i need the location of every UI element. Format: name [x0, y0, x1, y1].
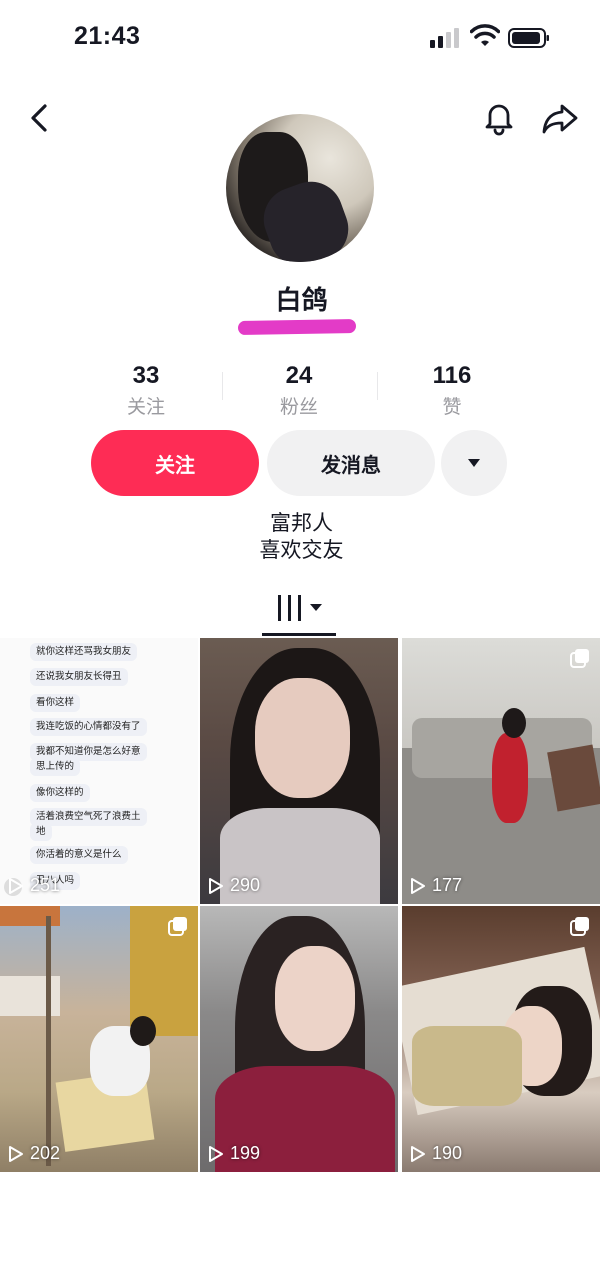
view-count: 190 — [410, 1143, 462, 1164]
multi-image-icon — [570, 917, 589, 936]
play-icon — [411, 1145, 425, 1162]
status-bar: 21:43 — [0, 0, 603, 80]
stat-label: 粉丝 — [279, 396, 318, 418]
stat-value: 116 — [432, 362, 472, 389]
stat-followers[interactable]: 24 粉丝 — [239, 362, 359, 419]
multi-image-icon — [168, 917, 187, 936]
video-tile[interactable]: 202 — [0, 906, 198, 1172]
chat-bubble: 看你这样 — [30, 694, 81, 712]
tab-underline — [262, 633, 336, 636]
view-count-value: 199 — [230, 1143, 261, 1163]
view-count: 199 — [208, 1143, 260, 1164]
more-dropdown-button[interactable] — [441, 430, 507, 496]
play-icon — [209, 877, 223, 894]
signal-icon — [430, 28, 459, 48]
follow-button[interactable]: 关注 — [91, 430, 259, 496]
back-icon[interactable] — [22, 100, 58, 136]
view-count: 290 — [208, 875, 260, 896]
status-time: 21:43 — [74, 22, 141, 50]
view-count-value: 251 — [30, 875, 61, 895]
chat-bubble: 地 — [30, 823, 52, 841]
battery-icon — [508, 28, 549, 48]
stat-label: 关注 — [126, 396, 165, 418]
stat-following[interactable]: 33 关注 — [86, 362, 206, 419]
video-tile[interactable]: 290 — [200, 638, 398, 904]
play-icon — [411, 877, 425, 894]
play-icon — [9, 877, 23, 894]
video-tile[interactable]: 190 — [402, 906, 600, 1172]
view-count: 202 — [8, 1143, 60, 1164]
stat-value: 24 — [285, 362, 313, 389]
video-tile[interactable]: 177 — [402, 638, 600, 904]
bio-line: 喜欢交友 — [259, 538, 344, 562]
divider — [377, 372, 378, 400]
view-count: 251 — [8, 875, 60, 896]
multi-image-icon — [570, 649, 589, 668]
chat-bubble: 像你这样的 — [30, 784, 90, 802]
view-count-value: 290 — [230, 875, 261, 895]
view-count: 177 — [410, 875, 462, 896]
triangle-down-icon — [468, 459, 480, 467]
redacted-handle — [237, 318, 357, 336]
chat-bubble: 还说我女朋友长得丑 — [30, 668, 128, 686]
works-tab-icon[interactable] — [262, 590, 336, 636]
chat-bubble: 我连吃饭的心情都没有了 — [30, 718, 147, 736]
stat-likes[interactable]: 116 赞 — [392, 362, 512, 419]
play-icon — [209, 1145, 223, 1162]
bio: 富邦人 喜欢交友 — [0, 510, 603, 564]
message-button[interactable]: 发消息 — [267, 430, 435, 496]
bell-icon[interactable] — [480, 98, 518, 136]
username: 白鸽 — [275, 286, 328, 316]
play-icon — [9, 1145, 23, 1162]
chat-bubble: 就你这样还骂我女朋友 — [30, 643, 138, 661]
avatar[interactable] — [226, 114, 374, 262]
share-icon[interactable] — [540, 98, 580, 138]
chat-bubble: 思上传的 — [30, 758, 81, 776]
view-count-value: 202 — [30, 1143, 61, 1163]
divider — [222, 372, 223, 400]
bio-line: 富邦人 — [270, 511, 333, 535]
wifi-icon — [470, 24, 500, 46]
view-count-value: 177 — [432, 875, 463, 895]
stat-label: 赞 — [442, 396, 462, 418]
video-tile[interactable]: 就你这样还骂我女朋友 还说我女朋友长得丑 看你这样 我连吃饭的心情都没有了 我都… — [0, 638, 198, 904]
stat-value: 33 — [132, 362, 160, 389]
video-tile[interactable]: 199 — [200, 906, 398, 1172]
chat-bubble: 你活着的意义是什么 — [30, 846, 128, 864]
view-count-value: 190 — [432, 1143, 463, 1163]
